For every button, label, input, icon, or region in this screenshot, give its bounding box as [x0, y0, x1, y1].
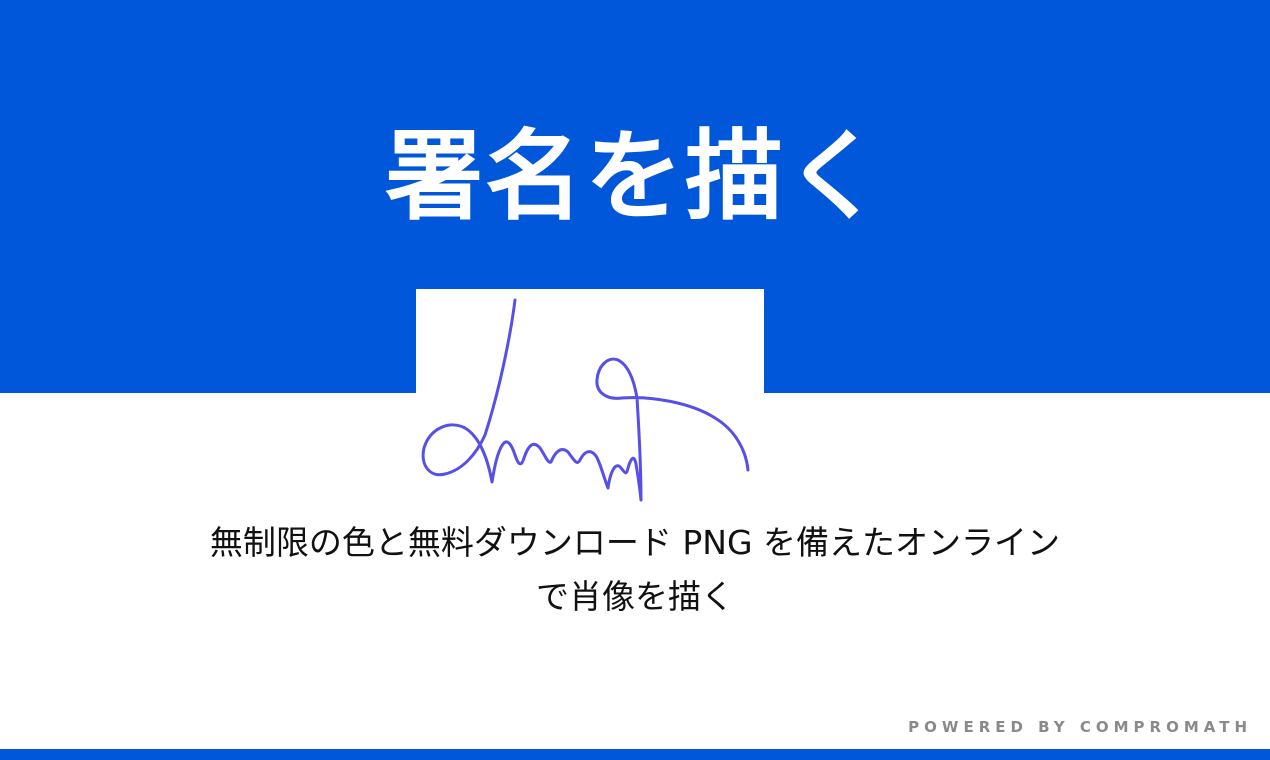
description-text: 無制限の色と無料ダウンロード PNG を備えたオンライン で肖像を描く [100, 516, 1170, 624]
page-title: 署名を描く [384, 120, 885, 234]
description-line-1: 無制限の色と無料ダウンロード PNG を備えたオンライン [209, 523, 1061, 562]
signature-card [416, 289, 764, 393]
description-line-2: で肖像を描く [536, 577, 734, 616]
bottom-accent-bar [0, 749, 1270, 760]
powered-by-credit: POWERED BY COMPROMATH [908, 718, 1252, 736]
